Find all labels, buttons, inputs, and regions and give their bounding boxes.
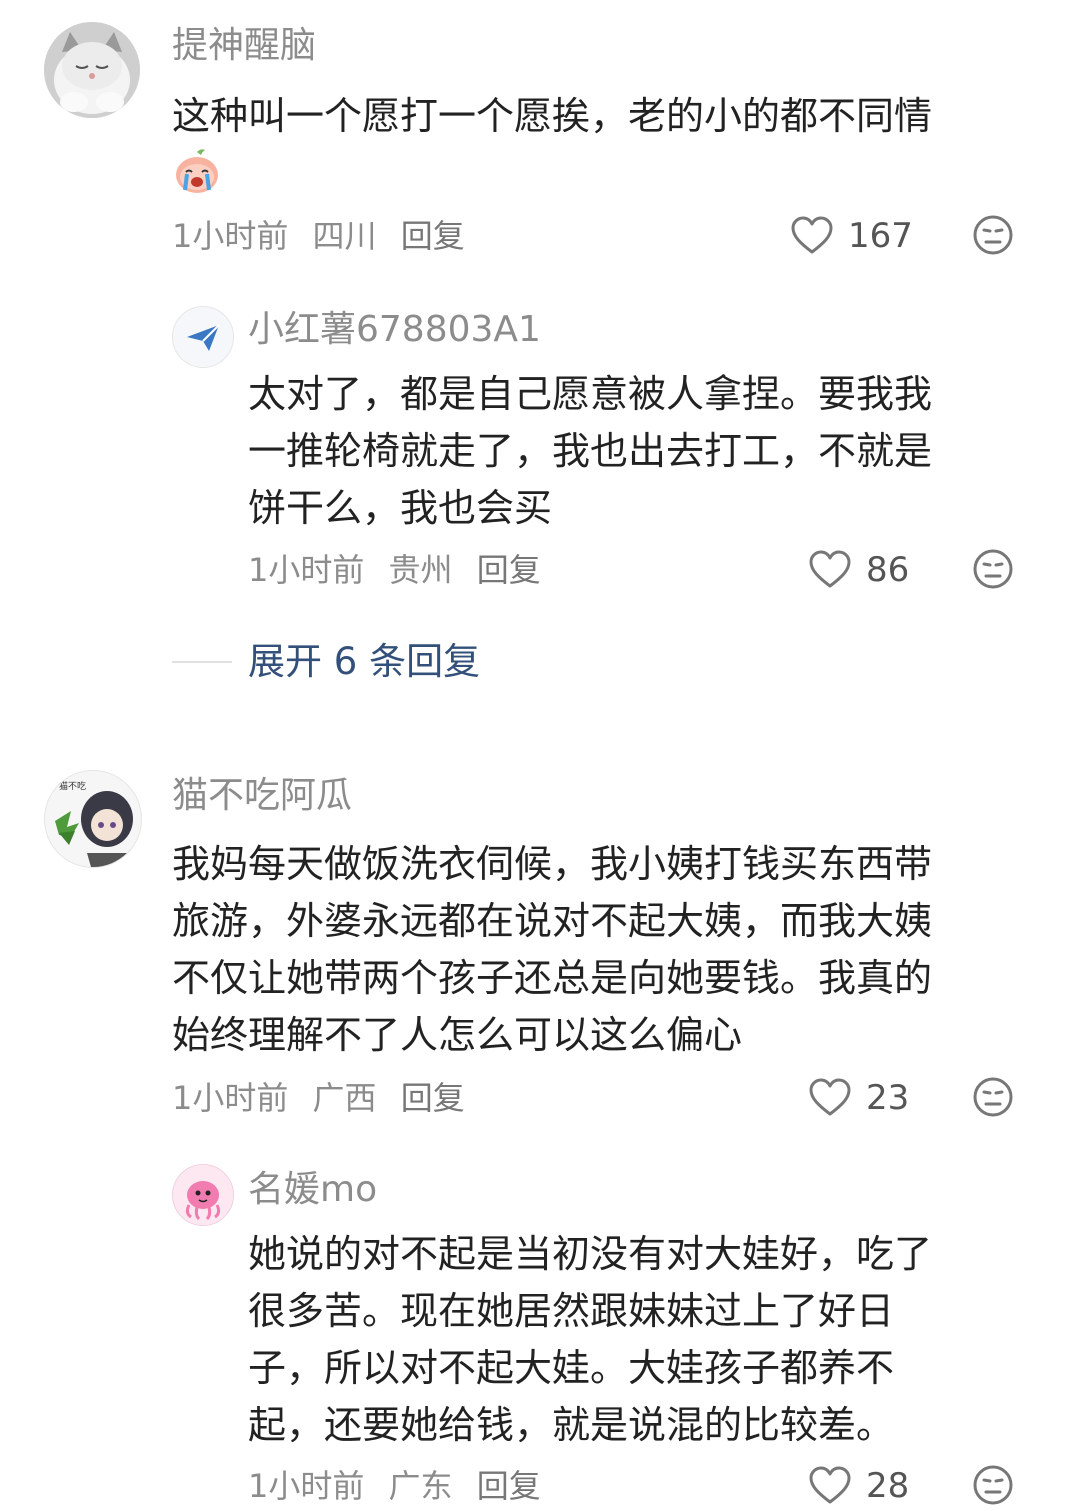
comment-line: 起，还要她给钱，就是说混的比较差。 <box>248 1403 895 1447</box>
expand-replies-label[interactable]: 展开 6 条回复 <box>248 640 480 684</box>
heart-icon <box>809 1078 851 1116</box>
dislike-button[interactable] <box>972 548 1014 594</box>
comment-region: 四川 <box>312 217 377 255</box>
svg-text:猫不吃: 猫不吃 <box>59 780 86 792</box>
reply-button[interactable]: 回复 <box>401 217 465 255</box>
comment-text: 她说的对不起是当初没有对大娃好，吃了 很多苦。现在她居然跟妹妹过上了好日 子，所… <box>248 1226 1038 1454</box>
comment-line: 始终理解不了人怎么可以这么偏心 <box>172 1013 743 1057</box>
neutral-face-icon <box>973 1465 1013 1505</box>
comment-line: 她说的对不起是当初没有对大娃好，吃了 <box>248 1232 933 1276</box>
like-count: 23 <box>866 1078 910 1118</box>
like-button[interactable]: 86 <box>808 550 909 590</box>
divider <box>172 661 232 663</box>
comment-line: 旅游，外婆永远都在说对不起大姨，而我大姨 <box>172 899 933 943</box>
dislike-button[interactable] <box>972 1464 1014 1510</box>
comment-text: 太对了，都是自己愿意被人拿捏。要我我 一推轮椅就走了，我也出去打工，不就是 饼干… <box>248 366 1038 537</box>
dislike-button[interactable] <box>972 1076 1014 1122</box>
comment-meta: 1小时前 广西 回复 <box>172 1078 479 1118</box>
like-count: 28 <box>866 1466 910 1506</box>
avatar[interactable]: 猫不吃 <box>44 770 142 868</box>
neutral-face-icon <box>973 1077 1013 1117</box>
reply-button[interactable]: 回复 <box>401 1079 465 1117</box>
avatar[interactable] <box>172 1164 234 1226</box>
heart-icon <box>791 216 833 254</box>
comment-line: 我妈每天做饭洗衣伺候，我小姨打钱买东西带 <box>172 842 933 886</box>
dislike-button[interactable] <box>972 214 1014 260</box>
like-count: 167 <box>848 216 913 256</box>
comment-line: 不仅让她带两个孩子还总是向她要钱。我真的 <box>172 956 933 1000</box>
heart-icon <box>809 550 851 588</box>
reply-button[interactable]: 回复 <box>477 551 541 589</box>
comment-line: 很多苦。现在她居然跟妹妹过上了好日 <box>248 1289 895 1333</box>
comment-time: 1小时前 <box>248 551 365 589</box>
neutral-face-icon <box>973 215 1013 255</box>
comment-region: 广东 <box>388 1467 453 1505</box>
heart-icon <box>809 1466 851 1504</box>
pink-octopus-avatar-image <box>173 1165 233 1225</box>
paper-plane-icon <box>187 324 220 351</box>
username[interactable]: 名媛mo <box>248 1168 377 1212</box>
username[interactable]: 小红薯678803A1 <box>248 308 541 352</box>
comment-line: 这种叫一个愿打一个愿挨，老的小的都不同情 <box>172 94 933 138</box>
username[interactable]: 猫不吃阿瓜 <box>172 774 352 818</box>
comment-line: 子，所以对不起大娃。大娃孩子都养不 <box>248 1346 895 1390</box>
comment-region: 贵州 <box>388 551 453 589</box>
comment-time: 1小时前 <box>172 1079 289 1117</box>
comment-line: 一推轮椅就走了，我也出去打工，不就是 <box>248 429 933 473</box>
expand-replies-button[interactable]: 展开 6 条回复 <box>172 640 480 684</box>
comment-meta: 1小时前 广东 回复 <box>248 1466 555 1506</box>
like-count: 86 <box>866 550 910 590</box>
neutral-face-icon <box>973 549 1013 589</box>
like-button[interactable]: 28 <box>808 1466 909 1506</box>
comment-meta: 1小时前 贵州 回复 <box>248 550 555 590</box>
username[interactable]: 提神醒脑 <box>172 24 316 68</box>
comment-meta: 1小时前 四川 回复 <box>172 216 479 256</box>
comment-time: 1小时前 <box>248 1467 365 1505</box>
comment-text: 我妈每天做饭洗衣伺候，我小姨打钱买东西带 旅游，外婆永远都在说对不起大姨，而我大… <box>172 836 1052 1064</box>
comment-time: 1小时前 <box>172 217 289 255</box>
comment-text: 这种叫一个愿打一个愿挨，老的小的都不同情 <box>172 88 1032 145</box>
anime-girl-avatar-image: 猫不吃 <box>45 771 141 867</box>
avatar[interactable] <box>44 22 140 118</box>
crying-peach-emoji <box>172 146 222 196</box>
like-button[interactable]: 23 <box>808 1078 909 1118</box>
comment-line: 太对了，都是自己愿意被人拿捏。要我我 <box>248 372 933 416</box>
comment-line: 饼干么，我也会买 <box>248 486 553 530</box>
avatar[interactable] <box>172 306 234 368</box>
like-button[interactable]: 167 <box>790 216 913 256</box>
comment-region: 广西 <box>312 1079 377 1117</box>
reply-button[interactable]: 回复 <box>477 1467 541 1505</box>
cat-avatar-image <box>44 22 140 118</box>
